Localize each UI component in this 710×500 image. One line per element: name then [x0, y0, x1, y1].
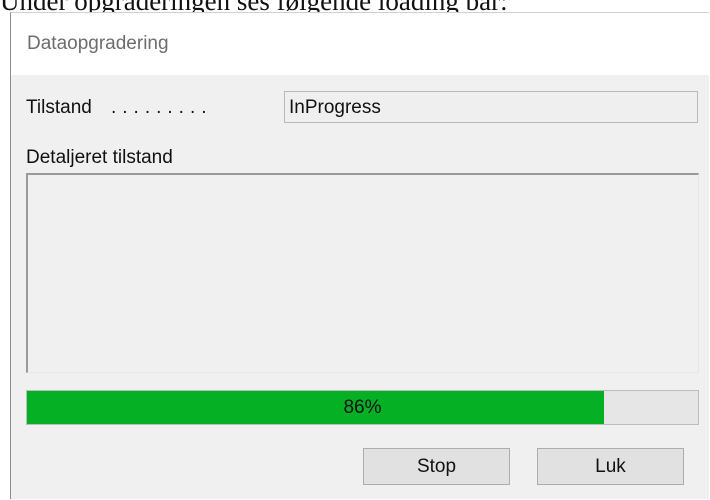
- title-bar[interactable]: Dataopgradering: [11, 13, 709, 75]
- close-button[interactable]: Luk: [537, 448, 684, 485]
- progress-bar: 86%: [26, 390, 699, 425]
- details-label: Detaljeret tilstand: [26, 147, 173, 168]
- window-title: Dataopgradering: [27, 33, 169, 54]
- stop-button[interactable]: Stop: [363, 448, 510, 485]
- details-textbox[interactable]: [26, 173, 699, 373]
- state-label: Tilstand: [26, 97, 92, 118]
- upgrade-dialog: Dataopgradering Tilstand ......... InPro…: [10, 12, 709, 499]
- state-leader-dots: .........: [111, 97, 213, 118]
- progress-percent: 86%: [343, 397, 382, 418]
- state-field: InProgress: [284, 91, 698, 123]
- state-value: InProgress: [289, 97, 381, 118]
